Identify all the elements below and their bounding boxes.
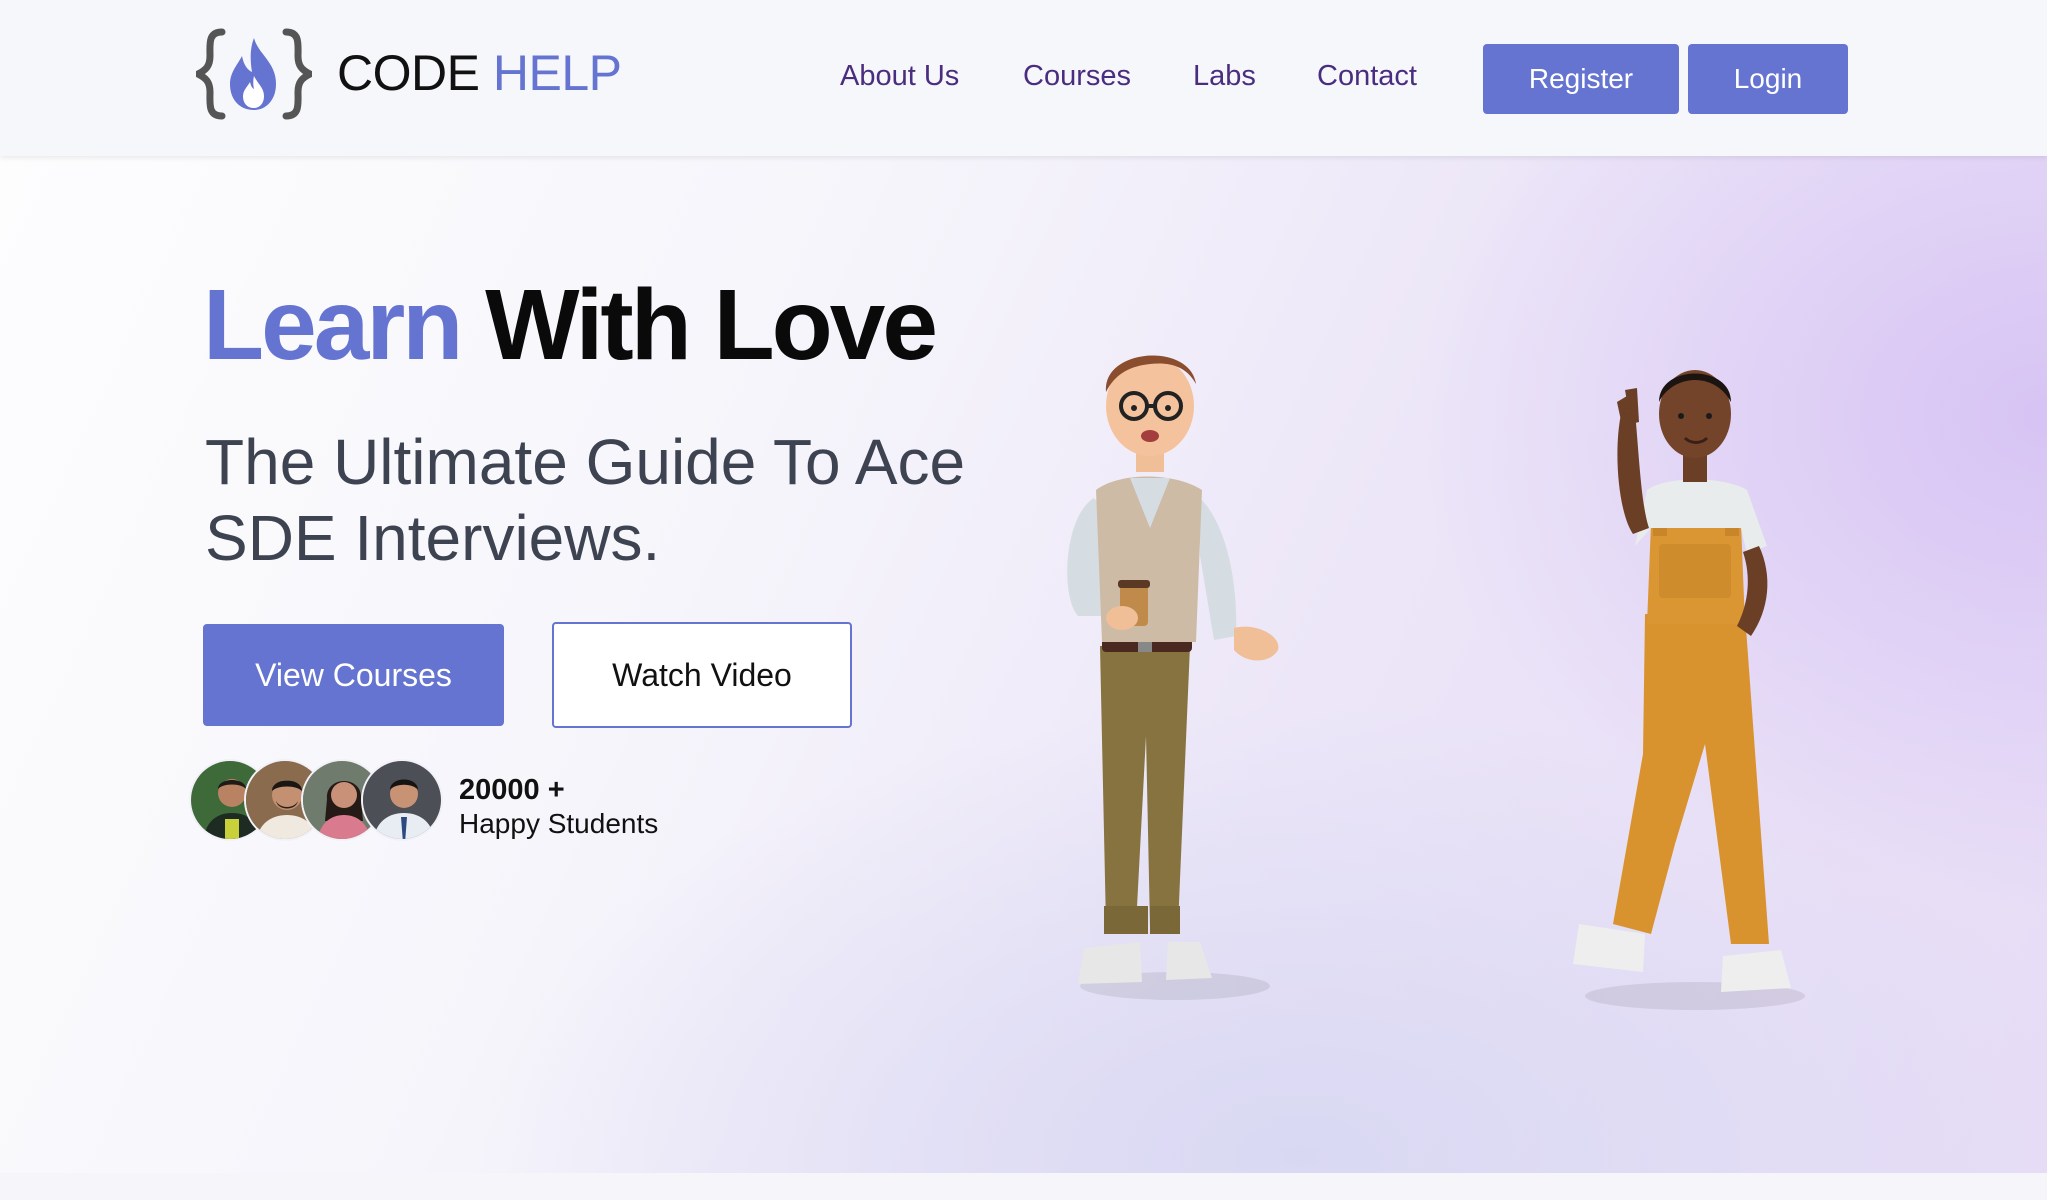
avatar — [361, 759, 443, 841]
hero-subtitle: The Ultimate Guide To Ace SDE Interviews… — [205, 426, 966, 574]
page-bottom-strip — [0, 1173, 2047, 1200]
login-button[interactable]: Login — [1688, 44, 1848, 114]
register-button[interactable]: Register — [1483, 44, 1679, 114]
nav-link-labs[interactable]: Labs — [1193, 60, 1256, 93]
student-avatars — [189, 759, 443, 841]
students-label: Happy Students — [459, 808, 659, 839]
nav-link-about-us[interactable]: About Us — [840, 60, 959, 93]
hero-section: Learn With Love The Ultimate Guide To Ac… — [0, 156, 2047, 1173]
hero-headline: Learn With Love — [203, 260, 938, 390]
hero-headline-accent: Learn — [203, 269, 463, 381]
nav-link-contact[interactable]: Contact — [1317, 60, 1417, 93]
woman-peace-sign-illustration — [1555, 284, 1825, 1054]
watch-video-button[interactable]: Watch Video — [552, 622, 852, 728]
nav-link-courses[interactable]: Courses — [1023, 60, 1131, 93]
students-count: 20000 + — [459, 774, 565, 806]
brand-name-part2: HELP — [492, 45, 622, 101]
hero-headline-rest: With Love — [485, 269, 938, 381]
brand-name-part1: CODE — [337, 45, 480, 101]
view-courses-button[interactable]: View Courses — [203, 624, 504, 726]
man-holding-coffee-illustration — [1050, 266, 1300, 1046]
flame-braces-icon[interactable] — [190, 24, 318, 124]
site-header: CODE HELP About Us Courses Labs Contact … — [0, 0, 2047, 156]
brand-name[interactable]: CODE HELP — [337, 44, 622, 102]
